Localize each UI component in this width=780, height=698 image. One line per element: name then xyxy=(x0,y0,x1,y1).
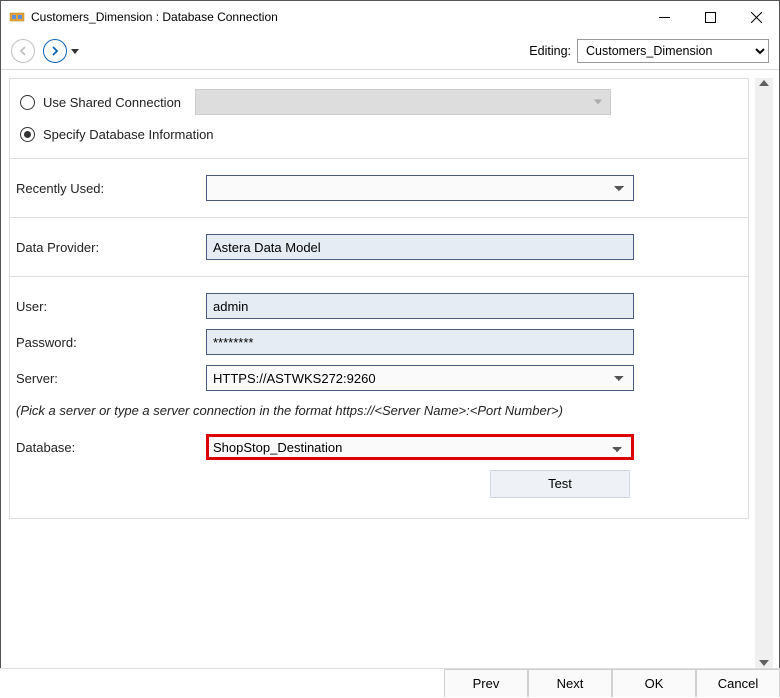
ok-button[interactable]: OK xyxy=(612,669,696,697)
prev-button[interactable]: Prev xyxy=(444,669,528,697)
divider xyxy=(1,69,779,70)
database-select[interactable]: ShopStop_Destination xyxy=(206,434,634,460)
scroll-down-icon[interactable] xyxy=(759,660,769,666)
nav-history-dropdown-icon[interactable] xyxy=(71,49,79,54)
cancel-button[interactable]: Cancel xyxy=(696,669,780,697)
minimize-button[interactable] xyxy=(641,1,687,33)
user-label: User: xyxy=(16,299,196,314)
recently-used-select[interactable] xyxy=(206,175,634,201)
titlebar: Customers_Dimension : Database Connectio… xyxy=(1,1,779,33)
maximize-button[interactable] xyxy=(687,1,733,33)
radio-specify-db-label: Specify Database Information xyxy=(43,127,214,142)
radio-specify-db[interactable] xyxy=(20,127,35,142)
shared-connection-dropdown[interactable] xyxy=(195,89,611,115)
data-provider-select[interactable]: Astera Data Model xyxy=(206,234,634,260)
nav-forward-button[interactable] xyxy=(43,39,67,63)
data-provider-label: Data Provider: xyxy=(16,240,196,255)
recently-used-label: Recently Used: xyxy=(16,181,196,196)
server-hint: (Pick a server or type a server connecti… xyxy=(16,401,742,424)
password-input[interactable] xyxy=(206,329,634,355)
radio-use-shared[interactable] xyxy=(20,95,35,110)
app-icon xyxy=(9,9,25,25)
test-button[interactable]: Test xyxy=(490,470,630,498)
window-title: Customers_Dimension : Database Connectio… xyxy=(31,10,278,24)
user-input[interactable] xyxy=(206,293,634,319)
nav-back-button[interactable] xyxy=(11,39,35,63)
database-label: Database: xyxy=(16,440,196,455)
toolbar: Editing: Customers_Dimension xyxy=(1,33,779,69)
editing-label: Editing: xyxy=(529,44,571,58)
vertical-scrollbar[interactable] xyxy=(755,78,773,668)
close-button[interactable] xyxy=(733,1,779,33)
server-select[interactable]: HTTPS://ASTWKS272:9260 xyxy=(206,365,634,391)
radio-use-shared-label: Use Shared Connection xyxy=(43,95,181,110)
scroll-up-icon[interactable] xyxy=(759,80,769,86)
server-label: Server: xyxy=(16,371,196,386)
next-button[interactable]: Next xyxy=(528,669,612,697)
password-label: Password: xyxy=(16,335,196,350)
footer: Prev Next OK Cancel xyxy=(0,668,780,698)
editing-select[interactable]: Customers_Dimension xyxy=(577,39,769,63)
